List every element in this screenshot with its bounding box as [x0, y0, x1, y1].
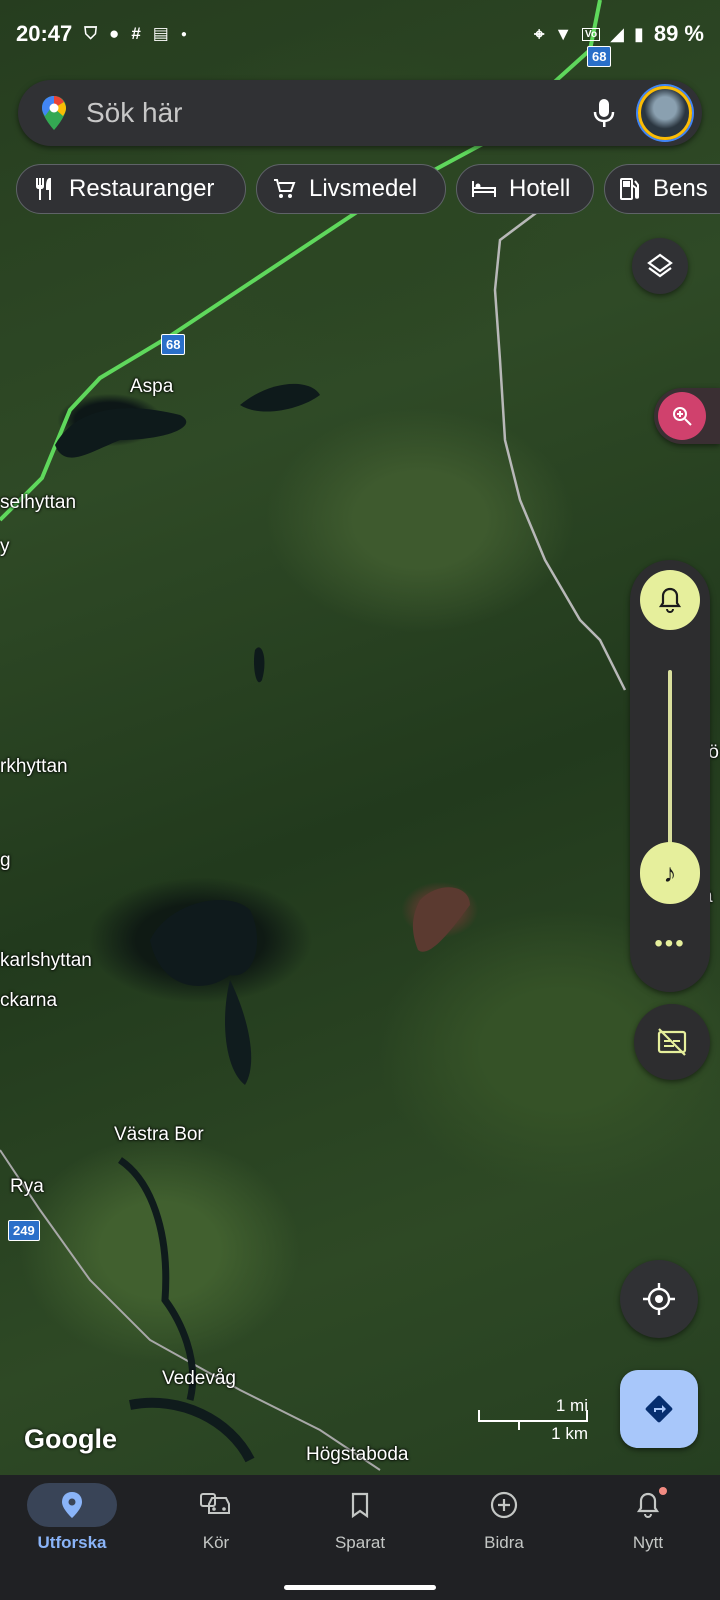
- directions-button[interactable]: [620, 1370, 698, 1448]
- place-label-selhyttan[interactable]: selhyttan: [0, 492, 76, 514]
- chip-label: Bens: [653, 175, 708, 202]
- search-bar[interactable]: Sök här: [18, 80, 702, 146]
- road-shield-249: 249: [8, 1220, 40, 1241]
- add-circle-icon: [459, 1483, 549, 1527]
- circle-notification-icon: ●: [109, 24, 120, 43]
- volume-slider-track[interactable]: [668, 670, 672, 846]
- subtitles-off-icon: [657, 1028, 687, 1056]
- car-icon: [171, 1483, 261, 1527]
- chip-hotels[interactable]: Hotell: [456, 164, 594, 214]
- scale-imperial: 1 mi: [555, 1396, 588, 1415]
- place-label-rya[interactable]: Rya: [10, 1176, 44, 1198]
- notification-icons: ⛉ ● # ▤ ●: [84, 24, 187, 44]
- scale-bar: [478, 1420, 588, 1422]
- location-pin-icon: [27, 1483, 117, 1527]
- search-input[interactable]: Sök här: [86, 97, 584, 129]
- zoom-bubble[interactable]: [654, 388, 720, 444]
- nav-label: Utforska: [37, 1533, 107, 1552]
- place-label-vedevag[interactable]: Vedevåg: [162, 1368, 236, 1390]
- nav-label: Sparat: [334, 1533, 386, 1552]
- fuel-icon: [619, 176, 641, 202]
- nav-drive[interactable]: Kör: [144, 1475, 288, 1575]
- more-options-button[interactable]: •••: [630, 930, 710, 958]
- place-label-ckarna[interactable]: ckarna: [0, 990, 57, 1012]
- crosshair-icon: [643, 1283, 675, 1315]
- captions-off-button[interactable]: [634, 1004, 710, 1080]
- place-label-karlshyttan[interactable]: karlshyttan: [0, 950, 92, 972]
- battery-icon: ▮: [633, 23, 644, 44]
- map-roads: [0, 0, 627, 1471]
- bottom-navigation: Utforska Kör Sparat Bidra Nytt: [0, 1475, 720, 1600]
- directions-icon: [645, 1395, 673, 1423]
- place-label-y[interactable]: y: [0, 536, 10, 558]
- nav-updates[interactable]: Nytt: [576, 1475, 720, 1575]
- bell-icon: [603, 1483, 693, 1527]
- chip-restaurants[interactable]: Restauranger: [16, 164, 246, 214]
- hash-notification-icon: #: [131, 24, 141, 43]
- signal-icon: ◢: [610, 23, 624, 44]
- scale-metric: 1 km: [551, 1424, 588, 1443]
- restaurant-icon: [31, 176, 57, 202]
- nav-saved[interactable]: Sparat: [288, 1475, 432, 1575]
- avatar[interactable]: [638, 86, 692, 140]
- clock: 20:47: [16, 21, 73, 46]
- nav-contribute[interactable]: Bidra: [432, 1475, 576, 1575]
- gesture-bar[interactable]: [284, 1585, 436, 1590]
- news-notification-icon: ▤: [152, 24, 169, 43]
- chip-groceries[interactable]: Livsmedel: [256, 164, 446, 214]
- google-logo: Google: [24, 1424, 117, 1454]
- dot-notification-icon: ●: [180, 28, 187, 40]
- layers-button[interactable]: [632, 238, 688, 294]
- place-label-aspa[interactable]: Aspa: [130, 376, 173, 398]
- chip-label: Restauranger: [69, 175, 215, 202]
- layers-icon: [647, 253, 673, 278]
- shield-notification-icon: ⛉: [84, 24, 98, 43]
- chip-label: Hotell: [509, 175, 571, 202]
- place-label-vastra-bor[interactable]: Västra Bor: [114, 1124, 204, 1146]
- music-note-icon: ♪: [663, 857, 677, 888]
- battery-percent: 89 %: [653, 21, 704, 46]
- media-control-panel: ♪ •••: [630, 560, 710, 992]
- bell-icon: [658, 587, 682, 614]
- map-view[interactable]: Aspa selhyttan y rkhyttan g karlshyttan …: [0, 0, 720, 1475]
- category-chips: Restauranger Livsmedel Hotell Bens: [16, 164, 720, 214]
- nav-label: Bidra: [484, 1533, 524, 1552]
- location-status-icon: ⌖: [534, 23, 545, 44]
- vowifi-icon: Vo: [582, 27, 601, 41]
- maps-logo-icon: [42, 96, 66, 130]
- map-scale: 1 mi 1 km: [478, 1396, 588, 1446]
- notification-dot: [659, 1487, 667, 1495]
- place-label-hogstaboda[interactable]: Högstaboda: [306, 1444, 408, 1466]
- zoom-in-icon: [658, 392, 706, 440]
- bookmark-icon: [315, 1483, 405, 1527]
- nav-label: Kör: [202, 1533, 230, 1552]
- chip-label: Livsmedel: [309, 175, 418, 202]
- chip-gas[interactable]: Bens: [604, 164, 720, 214]
- system-icons: ⌖ ▼ Vo ◢ ▮ 89 %: [534, 21, 704, 47]
- nav-label: Nytt: [632, 1533, 664, 1552]
- wifi-icon: ▼: [554, 23, 573, 44]
- bell-button[interactable]: [640, 570, 700, 630]
- bed-icon: [471, 176, 497, 202]
- cart-icon: [271, 176, 297, 202]
- volume-slider-handle[interactable]: ♪: [640, 842, 700, 904]
- place-label-rkhyttan[interactable]: rkhyttan: [0, 756, 68, 778]
- status-bar: 20:47 ⛉ ● # ▤ ● ⌖ ▼ Vo ◢ ▮ 89 %: [0, 0, 720, 68]
- nav-explore[interactable]: Utforska: [0, 1475, 144, 1575]
- place-label-g[interactable]: g: [0, 850, 11, 872]
- mic-icon[interactable]: [584, 93, 624, 133]
- my-location-button[interactable]: [620, 1260, 698, 1338]
- road-shield-68: 68: [161, 334, 186, 355]
